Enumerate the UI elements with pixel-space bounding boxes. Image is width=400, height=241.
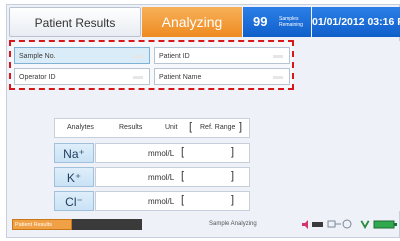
range-close-bracket: ]: [231, 170, 235, 182]
unit-col-label: Unit: [165, 124, 178, 131]
ref-close-bracket: ]: [239, 121, 243, 133]
network-icon: [327, 219, 352, 229]
analytes-header: Analytes Results Unit [ Ref. Range ]: [54, 118, 250, 138]
status-text: Sample Analyzing: [209, 221, 257, 227]
results-col-label: Results: [119, 124, 143, 131]
battery-icon: [373, 220, 397, 229]
range-open-bracket: [: [181, 146, 185, 158]
samples-remaining-badge: 99 Samples Remaining: [243, 7, 311, 37]
analyte-name: Cl⁻: [54, 191, 94, 211]
analyte-unit: mmol/L: [148, 173, 175, 182]
range-open-bracket: [: [181, 170, 185, 182]
analytes-col-label: Analytes: [67, 124, 94, 131]
plug-icon: [360, 220, 370, 230]
status-footer: Patient Results Sample Analyzing: [9, 215, 400, 235]
analyte-unit: mmol/L: [148, 149, 175, 158]
samples-count: 99: [253, 14, 268, 29]
analyte-row-cl: Cl⁻ mmol/L [ ]: [54, 191, 250, 211]
analyte-row-na: Na⁺ mmol/L [ ]: [54, 143, 250, 163]
analyte-result-cell: mmol/L [ ]: [95, 191, 250, 211]
progress-bar: [72, 219, 142, 230]
ref-open-bracket: [: [189, 121, 193, 133]
range-close-bracket: ]: [231, 146, 235, 158]
samples-label: Samples Remaining: [279, 16, 303, 28]
range-open-bracket: [: [181, 194, 185, 206]
tab-analyzing[interactable]: Analyzing: [142, 7, 242, 37]
analyte-result-cell: mmol/L [ ]: [95, 143, 250, 163]
ref-range-col-label: Ref. Range: [200, 124, 236, 131]
footer-results-button[interactable]: Patient Results: [12, 219, 72, 230]
range-close-bracket: ]: [231, 194, 235, 206]
side-blank-area: [296, 41, 400, 211]
analyzer-screen: Patient Results Analyzing 99 Samples Rem…: [6, 4, 400, 238]
analyte-row-k: K⁺ mmol/L [ ]: [54, 167, 250, 187]
tab-patient-results[interactable]: Patient Results: [9, 7, 141, 37]
highlight-dashed-box: [9, 40, 294, 90]
analyte-name: K⁺: [54, 167, 94, 187]
analyte-name: Na⁺: [54, 143, 94, 163]
analyte-result-cell: mmol/L [ ]: [95, 167, 250, 187]
speaker-icon: [302, 220, 323, 229]
analyte-unit: mmol/L: [148, 197, 175, 206]
datetime-display: 01/01/2012 03:16 PM: [312, 7, 400, 37]
